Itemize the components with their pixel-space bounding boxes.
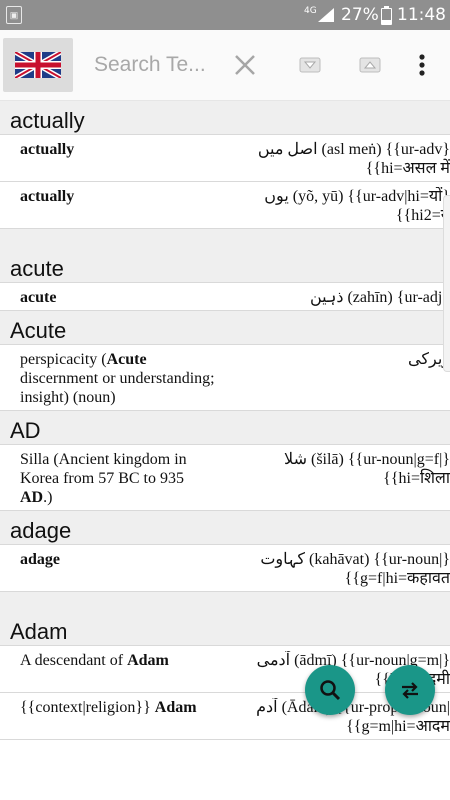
entry-term: actually (20, 188, 75, 205)
section-spacer (0, 229, 450, 249)
entry-term: adage (20, 551, 60, 568)
entry-english: perspicacity (Acute discernment or under… (20, 351, 215, 406)
entry-translation: یوں (yõ, yū) {{ur-adv|hi=यों} {{hi2=यूं (264, 188, 450, 224)
list-item[interactable]: actually اصل میں (asl meṅ) {{ur-adv} {{hi… (0, 135, 450, 182)
list-item[interactable]: acute ذہین (zahīn) {ur-adj} (0, 283, 450, 311)
battery-percent: 27% (341, 5, 379, 25)
entry-english: adage (20, 550, 230, 569)
list-item[interactable]: actually یوں (yõ, yū) {{ur-adv|hi=यों}{{… (0, 182, 450, 229)
network-type: 4G (304, 6, 317, 16)
search-fab-button[interactable] (305, 665, 355, 715)
swap-horiz-icon (402, 682, 418, 699)
entry-term: actually (20, 141, 75, 158)
entry-english: {{context|religion}} Adam (20, 699, 197, 716)
clear-search-button[interactable] (232, 52, 258, 78)
section-header: actually (0, 101, 450, 135)
battery-icon (381, 6, 392, 25)
section-header: Adam (0, 612, 450, 646)
signal-icon (318, 8, 334, 22)
search-input[interactable] (94, 50, 222, 80)
uk-flag-icon (15, 52, 61, 78)
entry-english: actually (20, 187, 230, 206)
entry-term: acute (20, 289, 57, 306)
status-bar: ▣ 4G 27% 11:48 (0, 0, 450, 30)
entry-translation: کہاوت (kahāvat) {{ur-noun|} {{g=f|hi=कहाव… (260, 551, 450, 587)
section-header: acute (0, 249, 450, 283)
list-item[interactable]: perspicacity (Acute discernment or under… (0, 345, 450, 411)
entry-english: acute (20, 288, 230, 307)
entry-term: Adam (154, 699, 197, 716)
section-spacer (0, 592, 450, 612)
entry-translation: اصل میں (asl meṅ) {{ur-adv} {{hi=असल में (257, 141, 450, 177)
section-header: AD (0, 411, 450, 445)
entry-translation: شلا (šilā) {{ur-noun|g=f|} {{hi=शिला (284, 451, 450, 487)
fast-scroll-handle[interactable] (443, 195, 450, 372)
section-header: Acute (0, 311, 450, 345)
entry-term: Adam (127, 652, 169, 669)
results-list[interactable]: actually actually اصل میں (asl meṅ) {{ur… (0, 101, 450, 800)
more-vert-icon (419, 54, 425, 76)
swap-languages-fab-button[interactable] (385, 665, 435, 715)
list-item[interactable]: A descendant of Adam آدمی (ādmī) {{ur-no… (0, 646, 450, 693)
clock: 11:48 (397, 5, 446, 25)
entry-term: Acute (106, 351, 147, 368)
entry-translation: زیرکی (408, 351, 450, 368)
chevron-down-icon (299, 57, 321, 73)
toolbar (0, 30, 450, 101)
search-icon (320, 680, 341, 701)
entry-term: AD (20, 489, 44, 506)
entry-english: Silla (Ancient kingdom in Korea from 57 … (20, 451, 187, 506)
language-flag-button[interactable] (3, 38, 73, 92)
overflow-menu-button[interactable] (412, 50, 432, 80)
list-item[interactable]: Silla (Ancient kingdom in Korea from 57 … (0, 445, 450, 511)
section-header: adage (0, 511, 450, 545)
chevron-up-icon (359, 57, 381, 73)
list-item[interactable]: adage کہاوت (kahāvat) {{ur-noun|} {{g=f|h… (0, 545, 450, 592)
screenshot-notification-icon: ▣ (6, 6, 22, 24)
close-icon (235, 55, 255, 75)
next-result-button[interactable] (297, 52, 323, 78)
entry-translation: ذہین (zahīn) {ur-adj} (309, 289, 450, 306)
previous-result-button[interactable] (357, 52, 383, 78)
entry-english: A descendant of Adam (20, 652, 169, 669)
list-item[interactable]: {{context|religion}} Adam آدم (Ādam) {{u… (0, 693, 450, 740)
entry-english: actually (20, 140, 230, 159)
